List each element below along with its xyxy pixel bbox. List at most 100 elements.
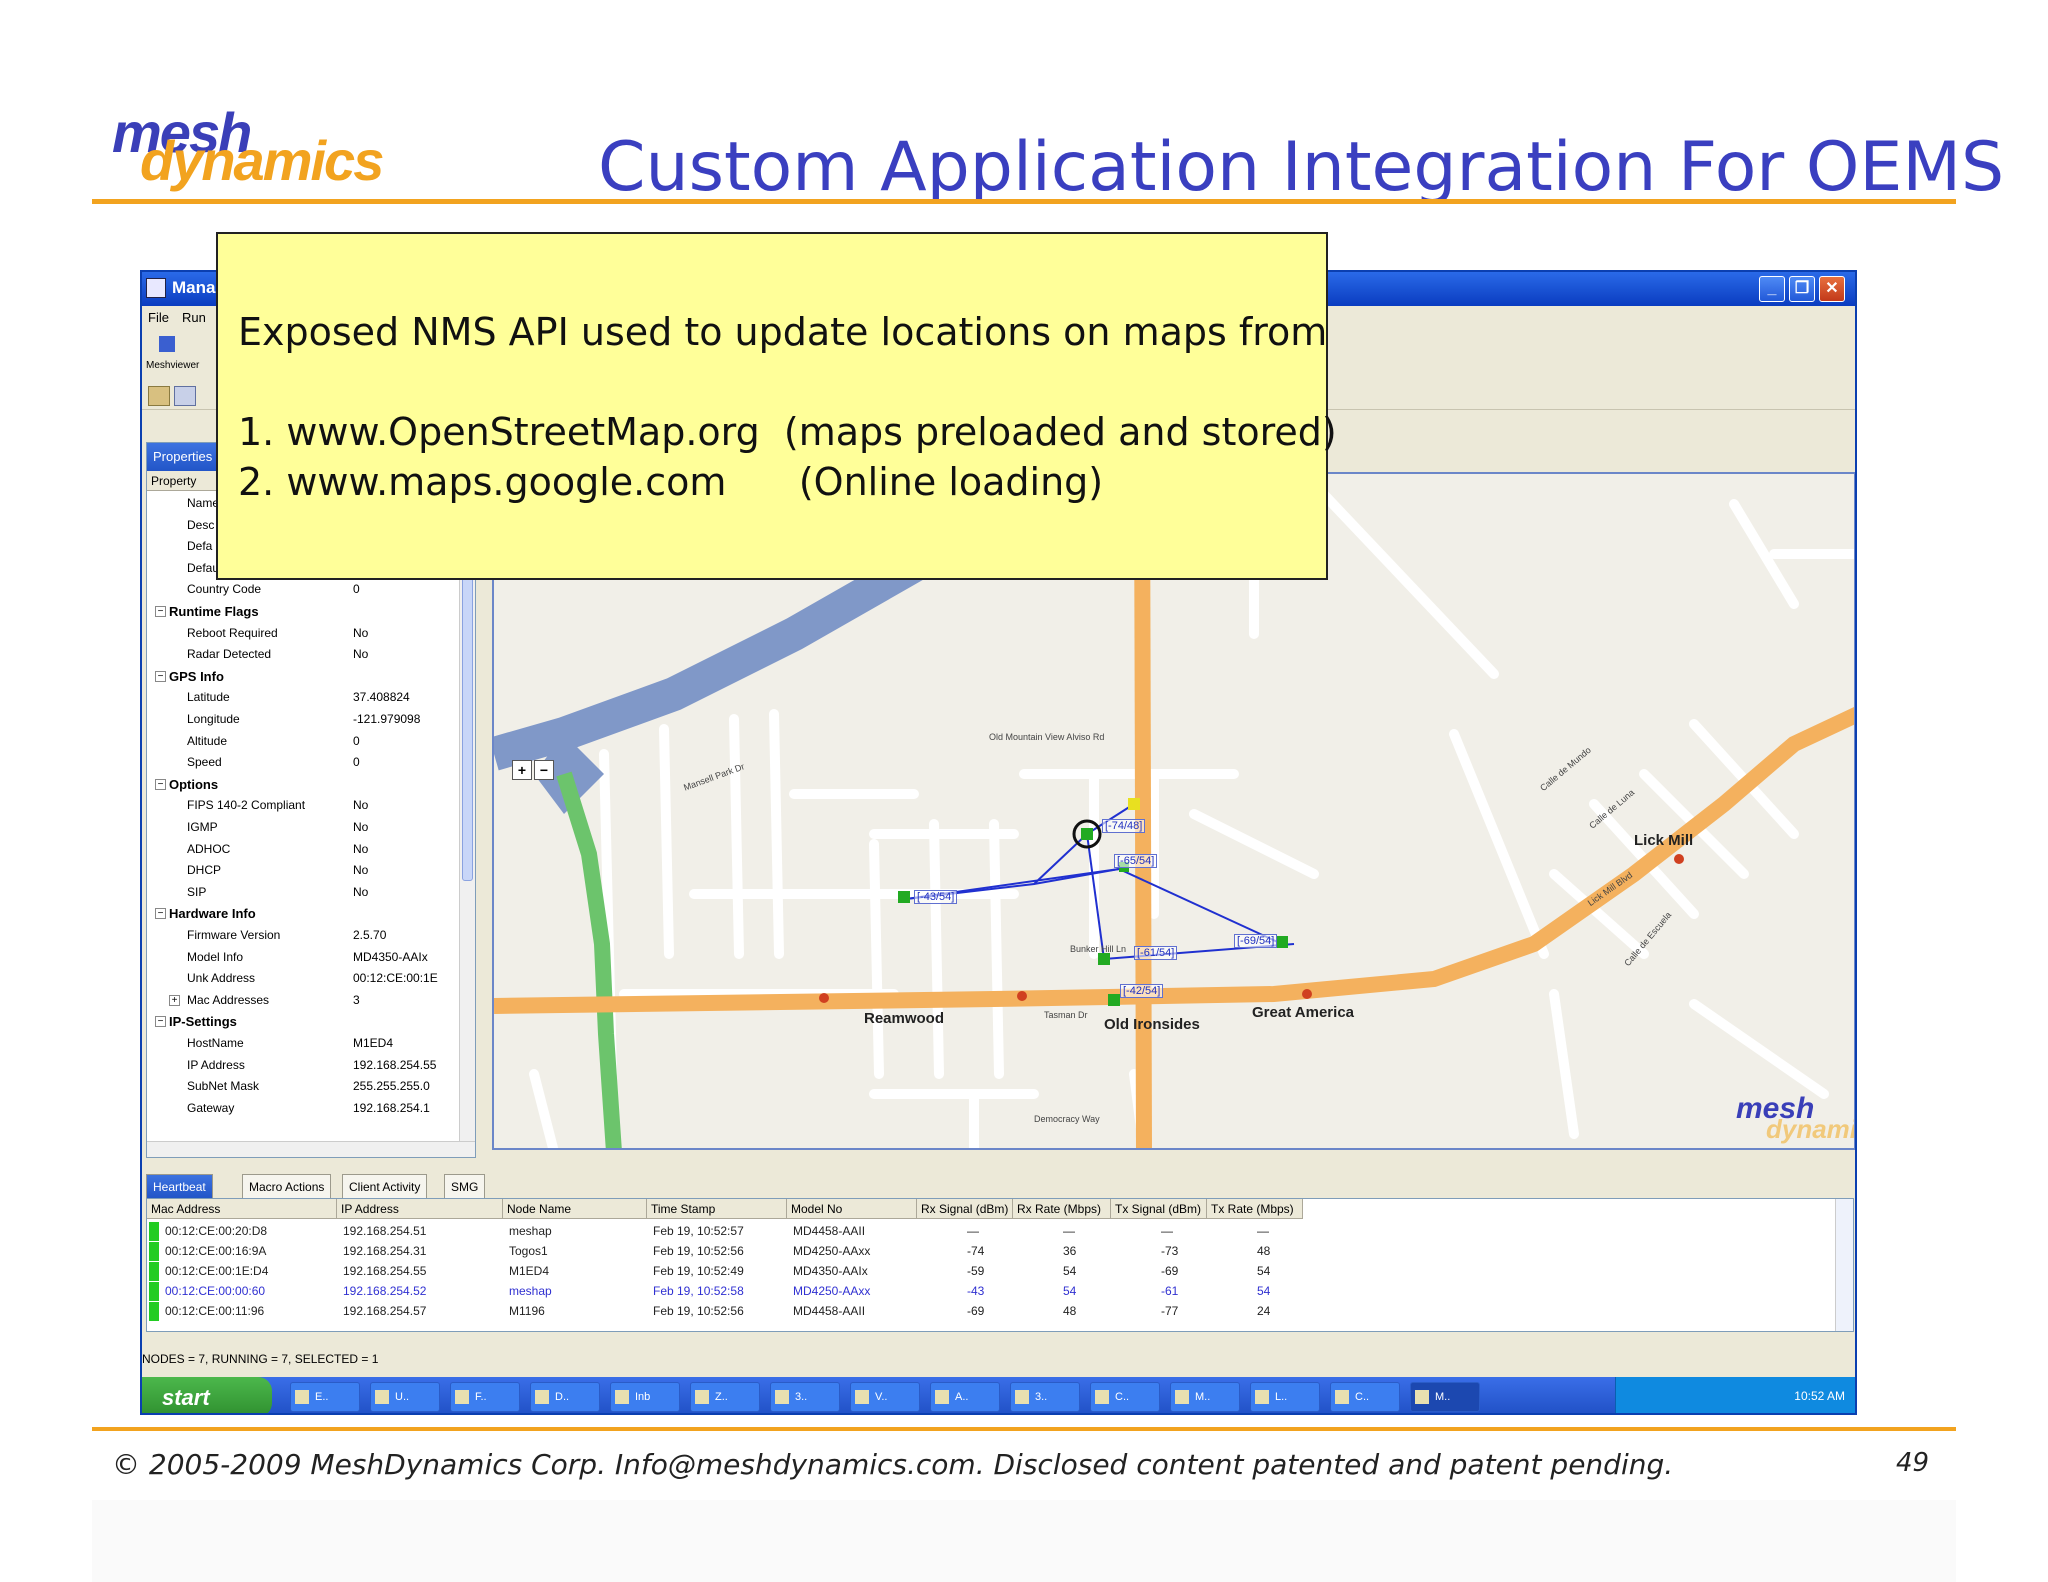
property-row[interactable]: DHCP No [147, 860, 463, 881]
expand-toggle-icon[interactable]: − [155, 670, 166, 682]
property-key: DHCP [187, 863, 222, 878]
expand-toggle-icon[interactable]: − [155, 1016, 166, 1028]
taskbar-button[interactable]: F.. [450, 1382, 520, 1412]
zoom-out-button[interactable]: − [534, 760, 554, 780]
property-key: Gateway [187, 1100, 235, 1115]
taskbar-button[interactable]: C.. [1090, 1382, 1160, 1412]
property-row[interactable]: Radar Detected No [147, 644, 463, 665]
taskbar-button[interactable]: L.. [1250, 1382, 1320, 1412]
taskbar-button[interactable]: A.. [930, 1382, 1000, 1412]
property-row[interactable]: IGMP No [147, 817, 463, 838]
property-row[interactable]: SIP No [147, 882, 463, 903]
property-row[interactable]: Speed 0 [147, 752, 463, 773]
property-category[interactable]: − GPS Info [147, 666, 463, 687]
expand-toggle-icon[interactable]: − [155, 908, 166, 920]
property-category[interactable]: − Hardware Info [147, 903, 463, 924]
property-key: Firmware Version [187, 928, 281, 942]
open-folder-icon[interactable] [148, 386, 170, 406]
column-header[interactable]: Tx Signal (dBm) [1111, 1199, 1207, 1219]
taskbar-button[interactable]: C.. [1330, 1382, 1400, 1412]
property-category[interactable]: − Options [147, 774, 463, 795]
taskbar-button-label: 3.. [795, 1391, 808, 1403]
tab-client-activity[interactable]: Client Activity [342, 1174, 428, 1198]
property-row[interactable]: Unk Address 00:12:CE:00:1E [147, 968, 463, 989]
expand-toggle-icon[interactable]: + [169, 994, 180, 1006]
tab-heartbeat[interactable]: Heartbeat [146, 1174, 213, 1198]
meshviewer-icon [159, 336, 175, 352]
maximize-button[interactable]: ❐ [1789, 276, 1815, 302]
taskbar-button[interactable]: M.. [1410, 1382, 1480, 1412]
expand-toggle-icon[interactable]: − [155, 606, 166, 617]
properties-scrollbar[interactable] [459, 491, 475, 1143]
property-value: No [353, 820, 369, 834]
tab-smg[interactable]: SMG [444, 1174, 486, 1198]
close-button[interactable]: ✕ [1819, 276, 1845, 302]
column-header[interactable]: Tx Rate (Mbps) [1207, 1199, 1303, 1219]
menu-file[interactable]: File [148, 310, 169, 325]
property-row[interactable]: FIPS 140-2 Compliant No [147, 795, 463, 816]
table-cell: 00:12:CE:00:11:96 [165, 1304, 265, 1318]
property-category[interactable]: − Runtime Flags [147, 601, 463, 622]
property-row[interactable]: Model Info MD4350-AAIx [147, 947, 463, 968]
taskbar-button[interactable]: D.. [530, 1382, 600, 1412]
property-row[interactable]: ADHOC No [147, 839, 463, 860]
property-row[interactable]: IP Address 192.168.254.55 [147, 1055, 463, 1076]
expand-toggle-icon[interactable]: − [155, 778, 166, 790]
property-row[interactable]: Reboot Required No [147, 623, 463, 644]
property-row[interactable]: Latitude 37.408824 [147, 687, 463, 708]
table-row[interactable]: 00:12:CE:00:11:96 192.168.254.57 M1196 Feb … [147, 1301, 1837, 1321]
taskbar-button[interactable]: 3.. [770, 1382, 840, 1412]
taskbar-button[interactable]: Z.. [690, 1382, 760, 1412]
table-cell: -77 [1161, 1304, 1179, 1318]
property-row[interactable]: Altitude 0 [147, 731, 463, 752]
table-row[interactable]: 00:12:CE:00:1E:D4 192.168.254.55 M1ED4 Feb … [147, 1261, 1837, 1281]
column-header[interactable]: Model No [787, 1199, 917, 1219]
taskbar-button-label: M.. [1195, 1391, 1211, 1403]
menu-run[interactable]: Run [182, 310, 206, 325]
column-header[interactable]: Time Stamp [647, 1199, 787, 1219]
table-scrollbar[interactable] [1835, 1199, 1853, 1331]
taskbar-button[interactable]: V.. [850, 1382, 920, 1412]
taskbar-button-label: Inb [635, 1391, 651, 1403]
property-value: 192.168.254.55 [353, 1057, 437, 1072]
properties-hscrollbar[interactable] [147, 1141, 475, 1157]
tab-macro-actions[interactable]: Macro Actions [242, 1174, 332, 1198]
node-status-indicator [149, 1302, 159, 1321]
meshviewer-button[interactable]: Meshviewer [146, 336, 199, 380]
taskbar-button[interactable]: M.. [1170, 1382, 1240, 1412]
property-row[interactable]: Longitude -121.979098 [147, 709, 463, 730]
taskbar-button[interactable]: U.. [370, 1382, 440, 1412]
property-category[interactable]: − IP-Settings [147, 1011, 463, 1032]
property-key: Runtime Flags [169, 604, 259, 619]
taskbar-app-icon [295, 1390, 309, 1404]
minimize-button[interactable]: _ [1759, 276, 1785, 302]
status-line: NODES = 7, RUNNING = 7, SELECTED = 1 [142, 1352, 379, 1366]
column-header[interactable]: Mac Address [147, 1199, 337, 1219]
table-row[interactable]: 00:12:CE:00:20:D8 192.168.254.51 meshap Feb… [147, 1221, 1837, 1241]
start-button[interactable]: start [142, 1377, 272, 1413]
property-row[interactable]: + Mac Addresses 3 [147, 990, 463, 1011]
property-row[interactable]: HostName M1ED4 [147, 1033, 463, 1054]
taskbar-button-label: C.. [1355, 1391, 1370, 1403]
property-key: Latitude [187, 690, 230, 705]
taskbar-button[interactable]: Inb [610, 1382, 680, 1412]
property-row[interactable]: Firmware Version 2.5.70 [147, 925, 463, 946]
column-header[interactable]: IP Address [337, 1199, 503, 1219]
property-row[interactable]: SubNet Mask 255.255.255.0 [147, 1076, 463, 1097]
column-header[interactable]: Rx Rate (Mbps) [1013, 1199, 1111, 1219]
property-row[interactable]: Country Code 0 [147, 579, 463, 600]
table-row[interactable]: 00:12:CE:00:16:9A 192.168.254.31 Togos1 Feb… [147, 1241, 1837, 1261]
column-header[interactable]: Rx Signal (dBm) [917, 1199, 1013, 1219]
property-value: 255.255.255.0 [353, 1079, 430, 1094]
column-header[interactable]: Node Name [503, 1199, 647, 1219]
taskbar-app-icon [695, 1390, 709, 1404]
property-row[interactable]: Gateway 192.168.254.1 [147, 1098, 463, 1119]
taskbar-button[interactable]: 3.. [1010, 1382, 1080, 1412]
save-icon[interactable] [174, 386, 196, 406]
property-key: Hardware Info [169, 906, 256, 922]
taskbar-button[interactable]: E.. [290, 1382, 360, 1412]
table-row[interactable]: 00:12:CE:00:00:60 192.168.254.52 meshap Feb… [147, 1281, 1837, 1301]
table-cell: 54 [1257, 1264, 1271, 1278]
zoom-in-button[interactable]: + [512, 760, 532, 780]
table-cell: 54 [1257, 1284, 1271, 1298]
